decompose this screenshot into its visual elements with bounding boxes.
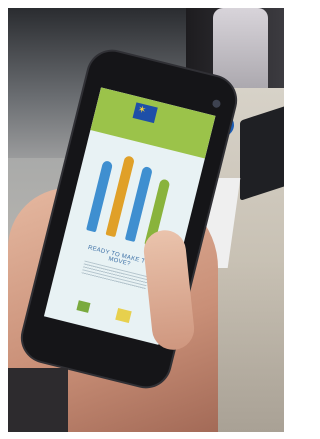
logo-icon [76, 300, 91, 313]
photo: ✶ READY TO MAKE THE MOVE? [8, 8, 284, 432]
keyboard [240, 105, 284, 201]
logo-icon [115, 308, 132, 324]
sleeve [8, 368, 68, 432]
camera-icon [211, 98, 222, 109]
